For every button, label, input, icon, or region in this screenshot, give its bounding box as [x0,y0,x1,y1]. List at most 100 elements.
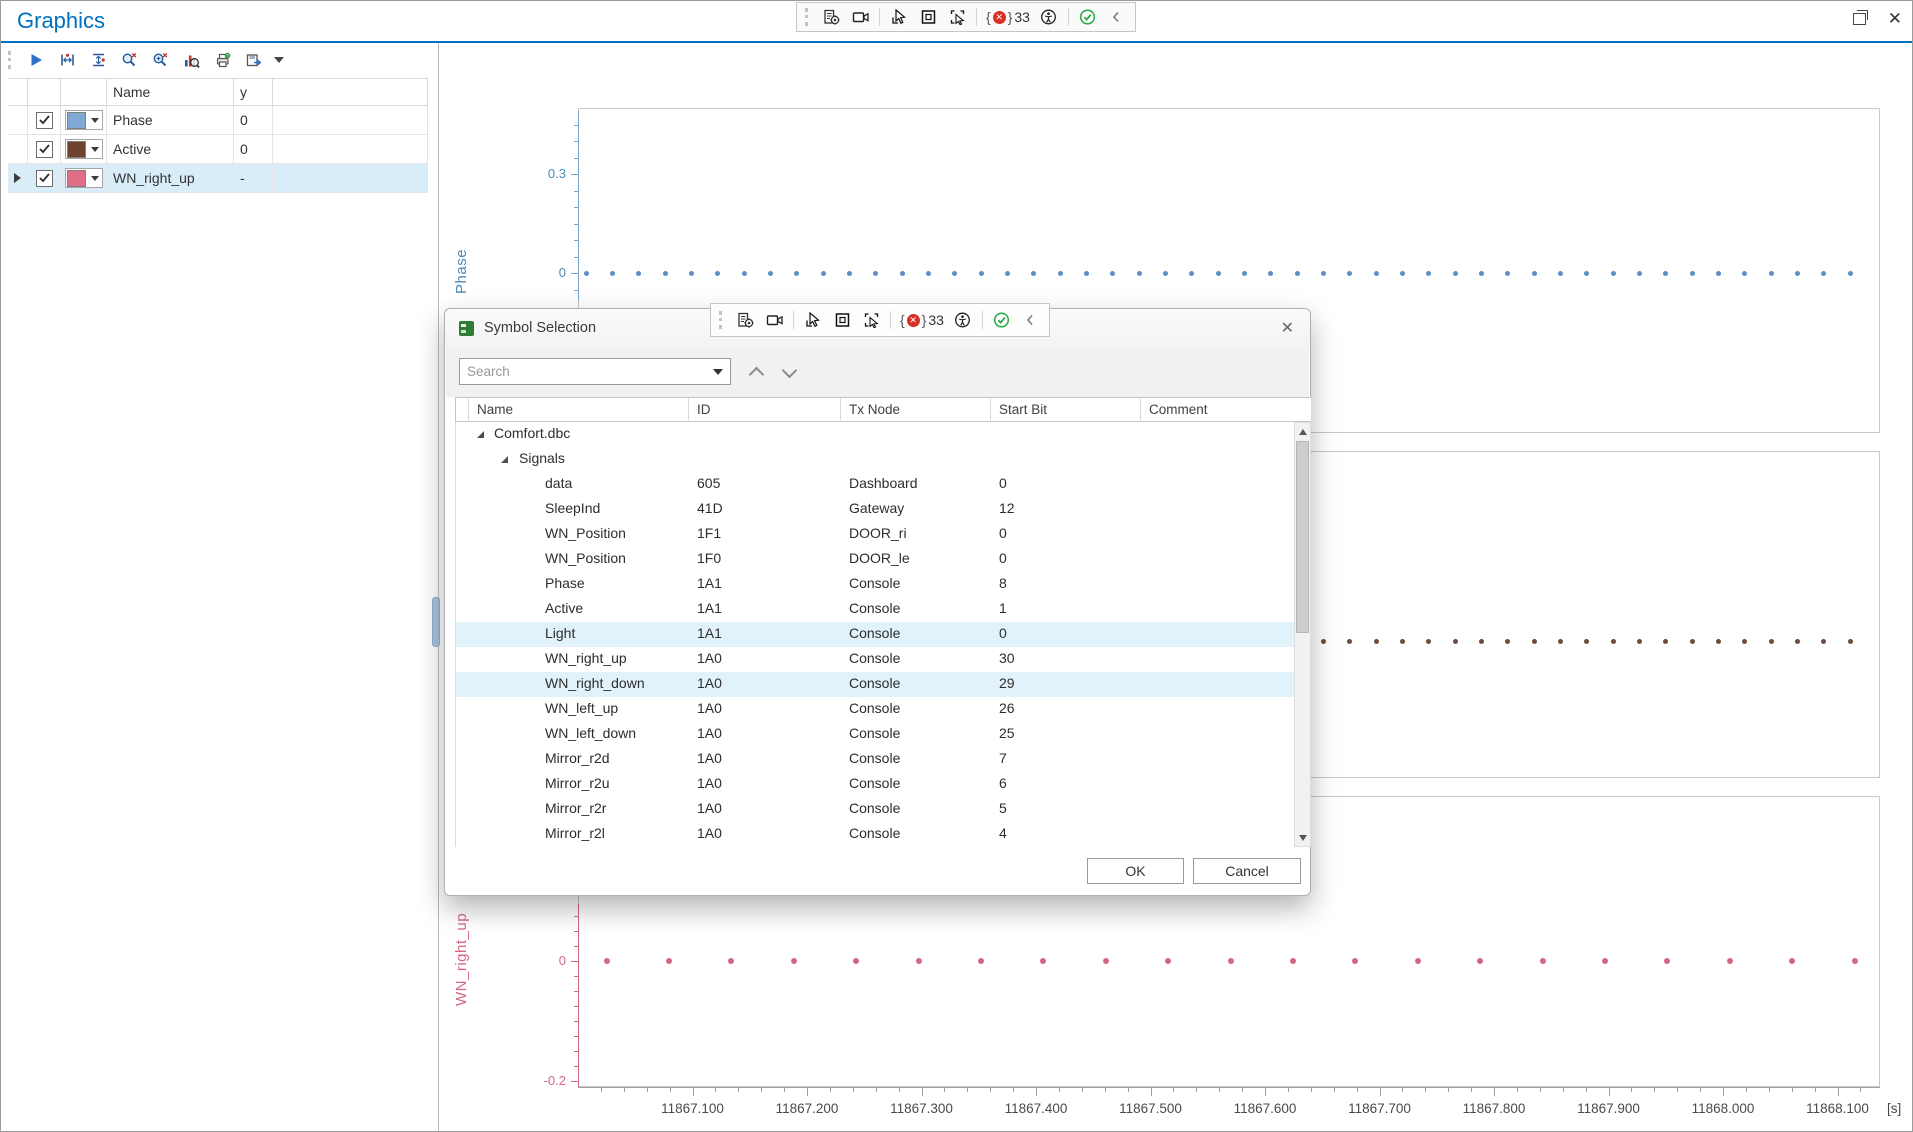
camera-icon[interactable] [850,6,870,28]
signal-color-picker[interactable] [65,168,103,188]
data-point [1110,271,1115,276]
signal-row-wn_right_up[interactable]: WN_right_up- [8,164,428,193]
signal-visible-checkbox[interactable] [36,170,53,187]
ok-button[interactable]: OK [1087,858,1184,884]
fit-y-axis-icon[interactable] [88,49,108,71]
chevron-left-icon[interactable] [1107,6,1127,28]
data-point [1374,271,1379,276]
scroll-up-icon[interactable] [1295,423,1310,440]
column-header-comment[interactable]: Comment [1141,398,1295,422]
fit-x-axis-icon[interactable] [57,49,77,71]
column-header-id[interactable]: ID [689,398,841,422]
tree-row-signals[interactable]: Signals [456,447,1295,472]
tree-row-phase[interactable]: Phase1A1Console8 [456,572,1295,597]
breakpoint-count-badge[interactable]: {✕}33 [900,312,944,328]
signal-visible-checkbox[interactable] [36,112,53,129]
column-header-y[interactable]: y [234,79,273,105]
search-previous-button[interactable] [743,362,769,382]
breakpoint-dot-icon: ✕ [907,314,920,327]
data-point [768,271,773,276]
tree-row-data[interactable]: data605Dashboard0 [456,472,1295,497]
scrollbar-thumb[interactable] [1296,441,1309,633]
panel-splitter-handle[interactable] [432,597,440,647]
tree-item-startbit: 26 [999,700,1015,716]
data-point [1852,958,1858,964]
tree-row-comfort.dbc[interactable]: Comfort.dbc [456,422,1295,447]
config-anim-icon[interactable] [821,6,841,28]
close-window-icon[interactable]: ✕ [1888,10,1902,27]
tree-expand-icon[interactable] [501,456,508,463]
search-dropdown-icon[interactable] [713,369,723,375]
frame-select-icon[interactable] [861,309,881,331]
chevron-left-icon[interactable] [1021,309,1041,331]
print-icon[interactable]: ? [212,49,232,71]
tree-row-wn_right_up[interactable]: WN_right_up1A0Console30 [456,647,1295,672]
tree-item-startbit: 4 [999,825,1007,841]
camera-icon[interactable] [764,309,784,331]
config-anim-icon[interactable] [735,309,755,331]
accessibility-icon[interactable] [953,309,973,331]
signal-row-active[interactable]: Active0 [8,135,428,164]
column-header-name[interactable]: Name [107,79,234,105]
data-point [821,271,826,276]
scroll-down-icon[interactable] [1295,829,1310,846]
y-axis-tick [574,1051,578,1052]
tree-row-wn_left_up[interactable]: WN_left_up1A0Console26 [456,697,1295,722]
tree-item-id: 1F0 [697,550,721,566]
zoom-x-icon[interactable] [119,49,139,71]
column-header-name[interactable]: Name [469,398,689,422]
tree-row-wn_position[interactable]: WN_Position1F0DOOR_le0 [456,547,1295,572]
y-axis-major-tick [571,1081,578,1082]
tree-item-name: Signals [519,450,565,466]
tree-row-light[interactable]: Light1A1Console0 [456,622,1295,647]
tree-row-sleepind[interactable]: SleepInd41DGateway12 [456,497,1295,522]
signal-color-picker[interactable] [65,139,103,159]
data-point [742,271,747,276]
accessibility-icon[interactable] [1039,6,1059,28]
tree-row-wn_position[interactable]: WN_Position1F1DOOR_ri0 [456,522,1295,547]
tree-row-mirror_r2d[interactable]: Mirror_r2d1A0Console7 [456,747,1295,772]
breakpoint-count-badge[interactable]: {✕}33 [986,9,1030,25]
restore-window-icon[interactable] [1853,13,1866,25]
toolbar-dropdown-icon[interactable] [274,57,284,63]
signal-row-phase[interactable]: Phase0 [8,106,428,135]
toolbar-grip[interactable] [719,311,725,329]
signal-visible-checkbox[interactable] [36,141,53,158]
start-measurement-icon[interactable] [26,49,46,71]
chart-zoom-icon[interactable] [181,49,201,71]
tree-item-name: Active [545,600,583,616]
signal-color-picker[interactable] [65,110,103,130]
tree-item-txnode: Console [849,625,900,641]
frame-icon[interactable] [832,309,852,331]
check-circle-icon[interactable] [1078,6,1098,28]
data-point [1453,639,1458,644]
frame-icon[interactable] [918,6,938,28]
brace-close: } [1008,9,1013,25]
zoom-in-x-icon[interactable] [150,49,170,71]
search-next-button[interactable] [776,362,802,382]
tree-row-mirror_r2r[interactable]: Mirror_r2r1A0Console5 [456,797,1295,822]
tree-row-wn_right_down[interactable]: WN_right_down1A0Console29 [456,672,1295,697]
check-circle-icon[interactable] [992,309,1012,331]
tree-row-mirror_r2l[interactable]: Mirror_r2l1A0Console4 [456,822,1295,847]
export-icon[interactable] [243,49,263,71]
cancel-button[interactable]: Cancel [1193,858,1301,884]
chevron-down-icon [781,362,797,378]
y-axis-tick [574,224,578,225]
toolbar-grip[interactable] [8,51,14,69]
cursor-select-icon[interactable] [803,309,823,331]
cursor-select-icon[interactable] [889,6,909,28]
tree-row-mirror_r2u[interactable]: Mirror_r2u1A0Console6 [456,772,1295,797]
symbol-search-input[interactable]: Search [459,358,731,385]
data-point [1426,639,1431,644]
column-header-txnode[interactable]: Tx Node [841,398,991,422]
tree-row-active[interactable]: Active1A1Console1 [456,597,1295,622]
tree-expand-icon[interactable] [477,431,484,438]
symbol-tree-scrollbar[interactable] [1294,422,1311,847]
column-header-startbit[interactable]: Start Bit [991,398,1141,422]
toolbar-grip[interactable] [805,8,811,26]
y-axis-tick [574,141,578,142]
dialog-close-icon[interactable]: ✕ [1281,318,1294,338]
frame-select-icon[interactable] [947,6,967,28]
tree-row-wn_left_down[interactable]: WN_left_down1A0Console25 [456,722,1295,747]
